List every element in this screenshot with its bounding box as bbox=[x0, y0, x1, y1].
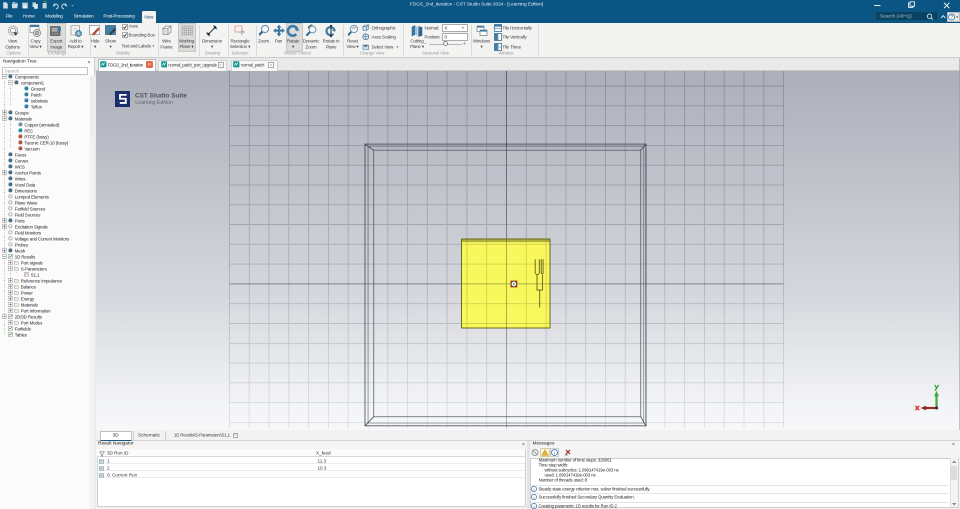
svg-text:?: ? bbox=[950, 14, 953, 20]
